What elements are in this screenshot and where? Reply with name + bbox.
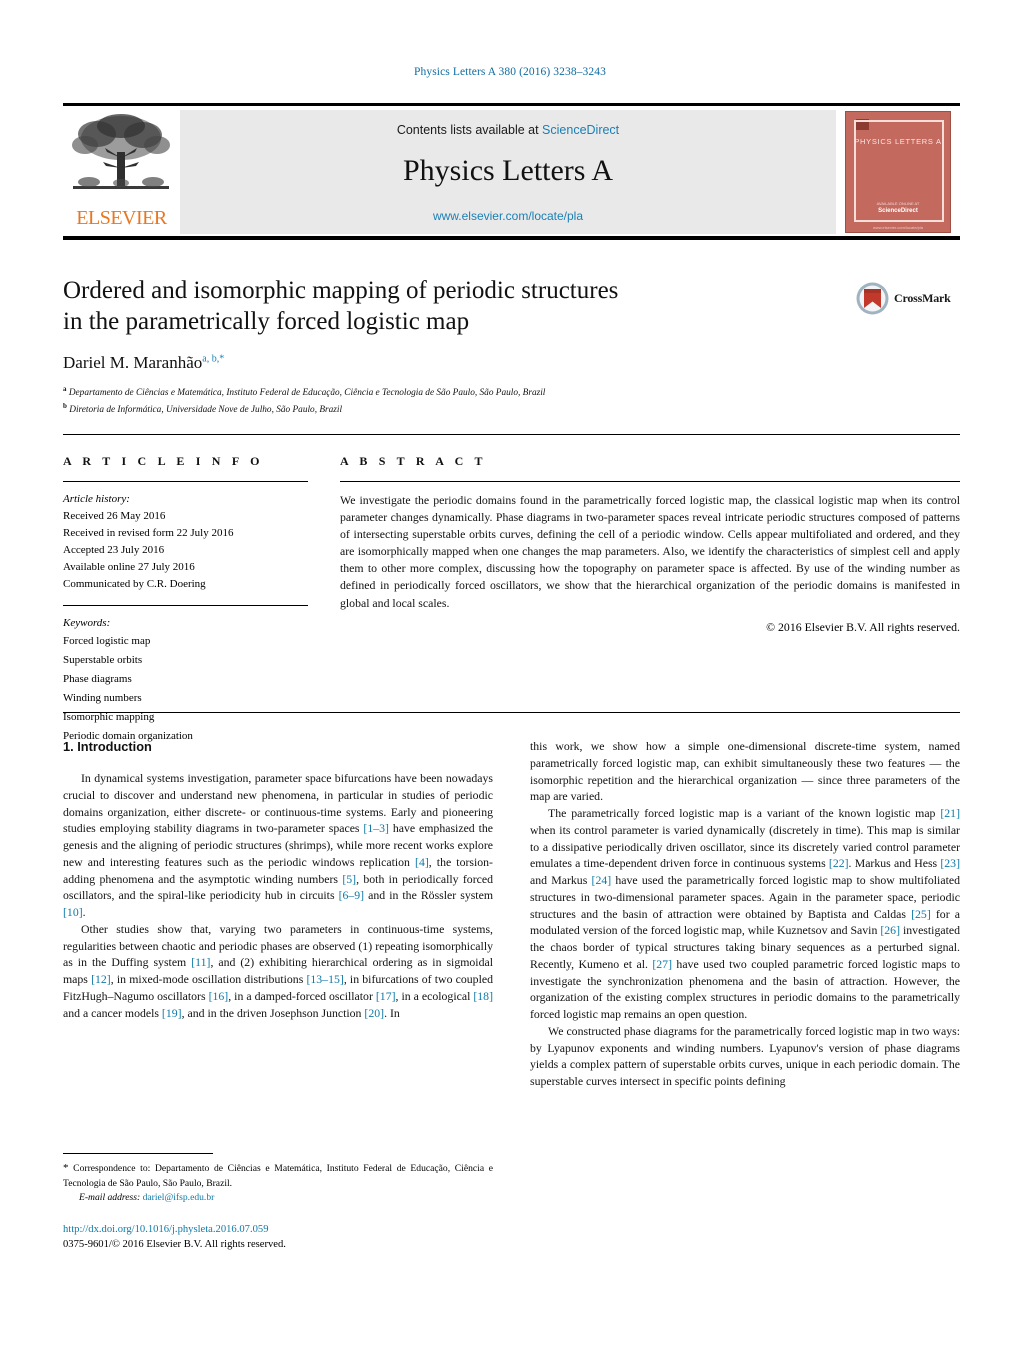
history-item: Received 26 May 2016	[63, 510, 166, 523]
elsevier-wordmark: ELSEVIER	[76, 207, 167, 229]
asterisk-icon: *	[63, 1162, 69, 1174]
affiliation-item: a Departamento de Ciências e Matemática,…	[63, 384, 833, 401]
author-affiliation-marks[interactable]: a, b,*	[202, 353, 224, 364]
affiliation-text: Departamento de Ciências e Matemática, I…	[68, 388, 546, 399]
running-head: Physics Letters A 380 (2016) 3238–3243	[414, 66, 606, 78]
keywords-list: Forced logistic map Superstable orbits P…	[63, 632, 308, 745]
history-item: Accepted 23 July 2016	[63, 544, 165, 557]
affiliation-mark: a	[63, 385, 67, 393]
footnote-block: * Correspondence to: Departamento de Ciê…	[63, 1160, 493, 1205]
cover-foot-small: AVAILABLE ONLINE AT	[876, 201, 920, 206]
body-paragraph: The parametrically forced logistic map i…	[530, 806, 961, 1021]
contents-prefix: Contents lists available at	[396, 123, 543, 137]
body-paragraph: Other studies show that, varying two par…	[63, 921, 493, 1020]
abstract-copyright: © 2016 Elsevier B.V. All rights reserved…	[766, 619, 960, 634]
title-block: Ordered and isomorphic mapping of period…	[63, 276, 833, 418]
keyword-item: Phase diagrams	[63, 673, 132, 686]
keyword-item: Forced logistic map	[63, 635, 151, 648]
body-column-left: 1. Introduction In dynamical systems inv…	[63, 738, 493, 1021]
body-column-right: this work, we show how a simple one-dime…	[530, 738, 960, 1090]
crossmark-icon	[856, 282, 889, 314]
abstract-rule	[340, 481, 960, 482]
keywords-rule	[63, 605, 308, 607]
section-heading-introduction: 1. Introduction	[63, 739, 152, 754]
journal-cover-thumbnail: PHYSICS LETTERS A AVAILABLE ONLINE AT Sc…	[836, 110, 960, 234]
page-title: Ordered and isomorphic mapping of period…	[63, 276, 833, 337]
correspondence-note: * Correspondence to: Departamento de Ciê…	[63, 1160, 493, 1191]
article-history-list: Received 26 May 2016 Received in revised…	[63, 508, 308, 593]
elsevier-tree-icon	[72, 114, 170, 189]
masthead-center: Contents lists available at ScienceDirec…	[180, 110, 836, 234]
history-item: Communicated by C.R. Doering	[63, 578, 206, 591]
body-paragraph: We constructed phase diagrams for the pa…	[530, 1023, 960, 1088]
article-info-heading: A R T I C L E I N F O	[63, 454, 264, 468]
title-bottom-rule	[63, 434, 960, 435]
email-link[interactable]: dariel@ifsp.edu.br	[143, 1192, 215, 1203]
affiliation-list: a Departamento de Ciências e Matemática,…	[63, 384, 833, 418]
email-label: E-mail address:	[79, 1191, 141, 1203]
history-item: Available online 27 July 2016	[63, 561, 195, 574]
paper-page: Physics Letters A 380 (2016) 3238–3243 E…	[0, 0, 1020, 1351]
body-paragraph: this work, we show how a simple one-dime…	[530, 739, 960, 804]
keyword-item: Isomorphic mapping	[63, 710, 155, 723]
contents-available-line: Contents lists available at ScienceDirec…	[180, 123, 836, 137]
keyword-item: Superstable orbits	[63, 654, 143, 667]
cover-foot-tiny: www.elsevier.com/locate/pla	[872, 225, 924, 230]
issn-copyright-line: 0375-9601/© 2016 Elsevier B.V. All right…	[63, 1239, 286, 1251]
journal-masthead: ELSEVIER Contents lists available at Sci…	[63, 103, 960, 236]
affiliation-item: b Diretoria de Informática, Universidade…	[63, 401, 833, 418]
body-top-rule	[63, 712, 960, 713]
author-name: Dariel M. Maranhão	[63, 353, 203, 372]
article-info-rule	[63, 481, 308, 482]
masthead-bottom-rule	[63, 236, 960, 240]
cover-title: PHYSICS LETTERS A	[854, 137, 942, 146]
crossmark-label: CrossMark	[894, 290, 951, 305]
paper-title-line-1: Ordered and isomorphic mapping of period…	[63, 277, 619, 304]
article-info-section: A R T I C L E I N F O Article history: R…	[63, 454, 308, 746]
article-history-label: Article history:	[63, 493, 130, 505]
journal-title: Physics Letters A	[403, 154, 613, 187]
journal-homepage-link[interactable]: www.elsevier.com/locate/pla	[180, 209, 836, 223]
keywords-label: Keywords:	[63, 617, 111, 630]
body-paragraph: In dynamical systems investigation, para…	[63, 771, 493, 920]
footnote-rule	[63, 1153, 213, 1154]
doi-block: http://dx.doi.org/10.1016/j.physleta.201…	[63, 1222, 493, 1253]
doi-link[interactable]: http://dx.doi.org/10.1016/j.physleta.201…	[63, 1222, 493, 1237]
cover-frame	[854, 120, 944, 222]
affiliation-text: Diretoria de Informática, Universidade N…	[69, 405, 343, 416]
crossmark-badge[interactable]: CrossMark	[856, 281, 960, 315]
cover-foot-brand: ScienceDirect	[878, 208, 918, 214]
abstract-text: We investigate the periodic domains foun…	[340, 493, 960, 610]
abstract-heading: A B S T R A C T	[340, 454, 487, 468]
abstract-section: A B S T R A C T We investigate the perio…	[340, 454, 960, 635]
elsevier-logo: ELSEVIER	[63, 110, 180, 234]
paper-title-line-2: in the parametrically forced logistic ma…	[63, 307, 470, 335]
email-note: E-mail address: dariel@ifsp.edu.br	[63, 1191, 493, 1205]
keyword-item: Winding numbers	[63, 692, 142, 705]
author-list: Dariel M. Maranhãoa, b,*	[63, 353, 833, 373]
history-item: Received in revised form 22 July 2016	[63, 527, 234, 540]
affiliation-mark: b	[63, 402, 67, 411]
correspondence-text: Correspondence to: Departamento de Ciênc…	[63, 1163, 494, 1189]
sciencedirect-link[interactable]: ScienceDirect	[542, 123, 619, 137]
